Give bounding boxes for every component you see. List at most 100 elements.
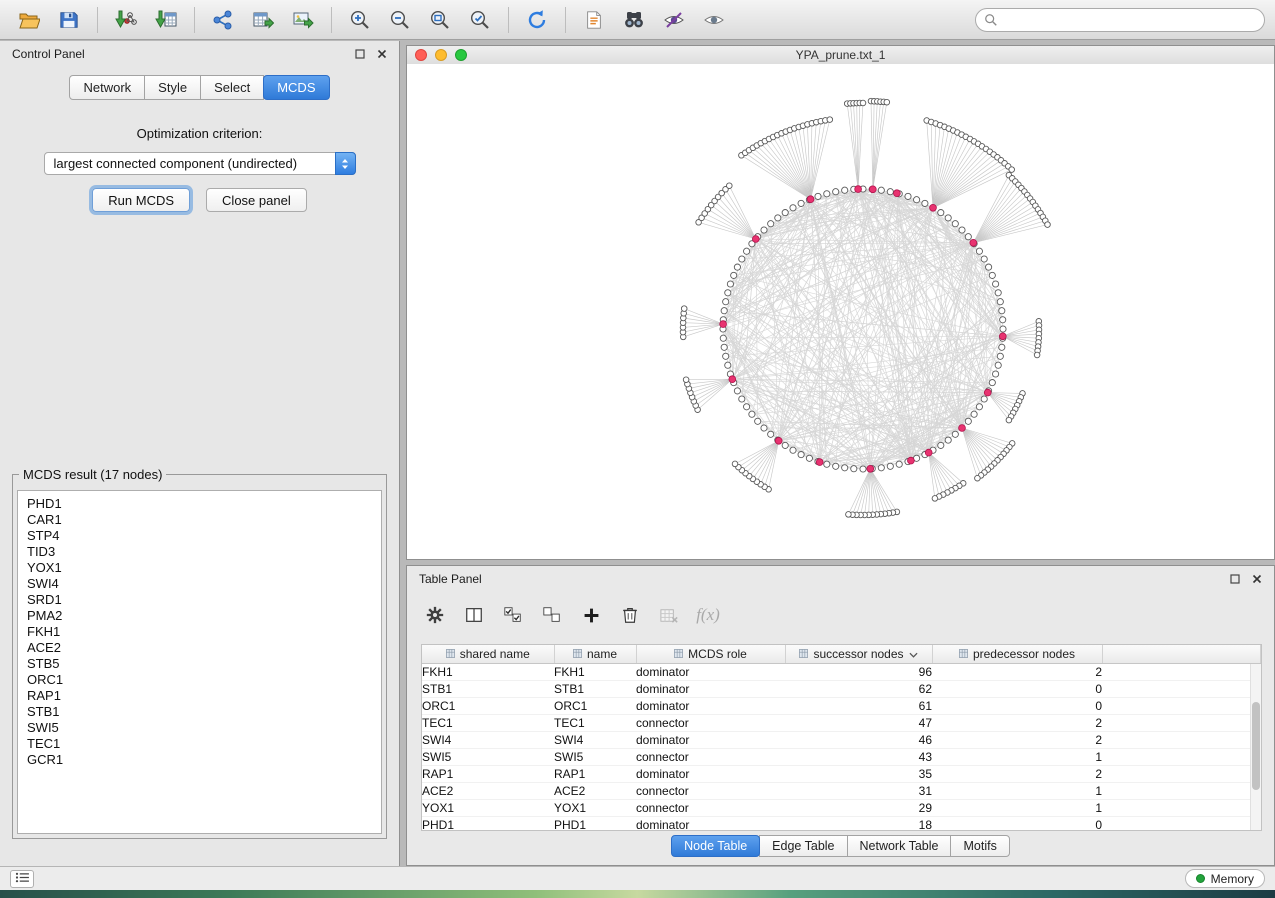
add-row-button[interactable] <box>575 600 607 630</box>
export-image-button[interactable] <box>284 4 322 36</box>
import-network-button[interactable] <box>107 4 145 36</box>
tab-node-table[interactable]: Node Table <box>671 835 760 857</box>
result-item-swi5[interactable]: SWI5 <box>27 720 381 736</box>
tab-edge-table[interactable]: Edge Table <box>759 835 847 857</box>
tab-network-table[interactable]: Network Table <box>847 835 952 857</box>
tab-motifs[interactable]: Motifs <box>950 835 1009 857</box>
criterion-select[interactable]: largest connected component (undirected) <box>44 152 356 175</box>
result-item-orc1[interactable]: ORC1 <box>27 672 381 688</box>
column-layout-button[interactable] <box>458 600 490 630</box>
sort-chevron-icon <box>909 647 918 661</box>
result-item-stp4[interactable]: STP4 <box>27 528 381 544</box>
tab-network[interactable]: Network <box>69 75 145 100</box>
zoom-selected-button[interactable] <box>461 4 499 36</box>
network-canvas[interactable] <box>407 64 1274 559</box>
table-panel-float-button[interactable] <box>1230 574 1240 584</box>
tab-select[interactable]: Select <box>200 75 264 100</box>
zoom-out-button[interactable] <box>381 4 419 36</box>
table-row[interactable]: RAP1RAP1dominator352 <box>422 766 1261 783</box>
tab-style[interactable]: Style <box>144 75 201 100</box>
table-cell-filler <box>1102 783 1261 800</box>
result-item-tec1[interactable]: TEC1 <box>27 736 381 752</box>
table-row[interactable]: STB1STB1dominator620 <box>422 681 1261 698</box>
table-row[interactable]: ACE2ACE2connector311 <box>422 783 1261 800</box>
deselect-all-icon <box>542 605 562 625</box>
delete-row-button[interactable] <box>614 600 646 630</box>
result-item-tid3[interactable]: TID3 <box>27 544 381 560</box>
control-panel-float-button[interactable] <box>355 49 365 59</box>
search-box[interactable] <box>975 8 1265 32</box>
table-cell: dominator <box>636 664 785 681</box>
mcds-result-list[interactable]: PHD1CAR1STP4TID3YOX1SWI4SRD1PMA2FKH1ACE2… <box>17 490 382 834</box>
mcds-close-panel-button[interactable]: Close panel <box>206 188 307 212</box>
tab-mcds[interactable]: MCDS <box>263 75 329 100</box>
table-cell: TEC1 <box>422 715 554 732</box>
deselect-all-button[interactable] <box>536 600 568 630</box>
result-item-stb5[interactable]: STB5 <box>27 656 381 672</box>
node-table: shared namenameMCDS rolesuccessor nodesp… <box>421 644 1262 831</box>
result-item-phd1[interactable]: PHD1 <box>27 496 381 512</box>
table-row[interactable]: PHD1PHD1dominator180 <box>422 817 1261 832</box>
table-row[interactable]: ORC1ORC1dominator610 <box>422 698 1261 715</box>
table-cell-filler <box>1102 732 1261 749</box>
table-cell: YOX1 <box>554 800 636 817</box>
result-item-pma2[interactable]: PMA2 <box>27 608 381 624</box>
toolbar-separator <box>508 7 509 33</box>
table-cell: 2 <box>932 664 1102 681</box>
table-row[interactable]: YOX1YOX1connector291 <box>422 800 1261 817</box>
zoom-fit-button[interactable] <box>421 4 459 36</box>
table-cell: connector <box>636 783 785 800</box>
network-window-titlebar[interactable]: YPA_prune.txt_1 <box>407 46 1274 65</box>
table-cell-filler <box>1102 817 1261 832</box>
table-row[interactable]: TEC1TEC1connector472 <box>422 715 1261 732</box>
memory-button[interactable]: Memory <box>1185 869 1265 888</box>
column-header-shared-name[interactable]: shared name <box>422 645 554 664</box>
result-item-swi4[interactable]: SWI4 <box>27 576 381 592</box>
result-item-ace2[interactable]: ACE2 <box>27 640 381 656</box>
table-cell-filler <box>1102 698 1261 715</box>
open-file-button[interactable] <box>10 4 48 36</box>
table-scrollbar[interactable] <box>1250 664 1261 830</box>
control-panel-close-button[interactable] <box>377 49 387 59</box>
optimization-criterion-label: Optimization criterion: <box>0 126 399 141</box>
select-all-button[interactable] <box>497 600 529 630</box>
table-row[interactable]: FKH1FKH1dominator962 <box>422 664 1261 681</box>
result-item-car1[interactable]: CAR1 <box>27 512 381 528</box>
export-network-button[interactable] <box>204 4 242 36</box>
table-row[interactable]: SWI4SWI4dominator462 <box>422 732 1261 749</box>
result-item-rap1[interactable]: RAP1 <box>27 688 381 704</box>
export-table-button[interactable] <box>244 4 282 36</box>
show-all-button[interactable] <box>695 4 733 36</box>
export-network-icon <box>212 9 234 31</box>
hide-selected-button[interactable] <box>655 4 693 36</box>
column-header-name[interactable]: name <box>554 645 636 664</box>
search-input[interactable] <box>1003 12 1256 28</box>
copy-style-button[interactable] <box>575 4 613 36</box>
run-mcds-button[interactable]: Run MCDS <box>92 188 190 212</box>
refresh-view-button[interactable] <box>518 4 556 36</box>
result-item-gcr1[interactable]: GCR1 <box>27 752 381 768</box>
column-header-successor-nodes[interactable]: successor nodes <box>785 645 932 664</box>
save-session-button[interactable] <box>50 4 88 36</box>
table-settings-button[interactable] <box>419 600 451 630</box>
result-item-stb1[interactable]: STB1 <box>27 704 381 720</box>
table-cell-filler <box>1102 715 1261 732</box>
network-svg <box>407 64 1274 559</box>
zoom-in-button[interactable] <box>341 4 379 36</box>
task-history-button[interactable] <box>10 870 34 888</box>
table-cell: 96 <box>785 664 932 681</box>
column-header-predecessor-nodes[interactable]: predecessor nodes <box>932 645 1102 664</box>
table-row[interactable]: SWI5SWI5connector431 <box>422 749 1261 766</box>
result-item-fkh1[interactable]: FKH1 <box>27 624 381 640</box>
table-scrollbar-thumb[interactable] <box>1252 702 1260 790</box>
table-panel-close-button[interactable] <box>1252 574 1262 584</box>
table-cell: PHD1 <box>422 817 554 832</box>
zoom-out-icon <box>389 9 411 31</box>
result-item-yox1[interactable]: YOX1 <box>27 560 381 576</box>
table-cell: dominator <box>636 732 785 749</box>
column-header-mcds-role[interactable]: MCDS role <box>636 645 785 664</box>
table-panel: Table Panel f(x) shared namenameMCDS rol… <box>406 565 1275 866</box>
import-table-button[interactable] <box>147 4 185 36</box>
search-objects-button[interactable] <box>615 4 653 36</box>
result-item-srd1[interactable]: SRD1 <box>27 592 381 608</box>
